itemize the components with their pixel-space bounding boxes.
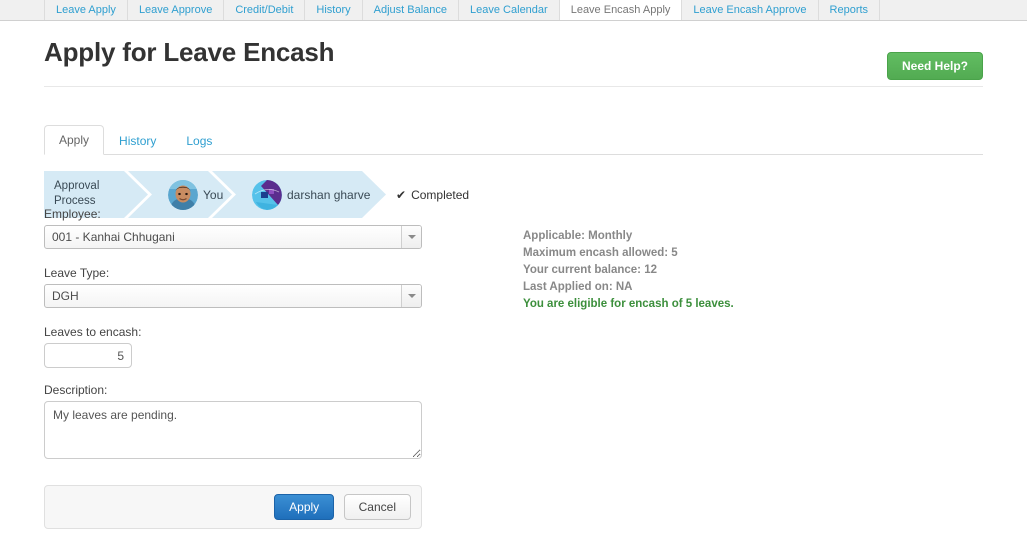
description-field-block: Description: xyxy=(44,384,422,464)
tab-bar: Apply History Logs xyxy=(44,123,983,155)
top-module-nav: Leave Apply Leave Approve Credit/Debit H… xyxy=(0,0,1027,21)
top-nav-item-adjust-balance[interactable]: Adjust Balance xyxy=(363,0,459,20)
leave-type-select-value: DGH xyxy=(52,285,79,307)
info-applicable: Applicable: Monthly xyxy=(523,228,734,245)
leaves-to-encash-field-block: Leaves to encash: xyxy=(44,326,422,368)
header-divider xyxy=(44,86,983,87)
description-textarea[interactable] xyxy=(44,401,422,459)
approval-status-label: Completed xyxy=(411,188,469,202)
top-nav-item-credit-debit[interactable]: Credit/Debit xyxy=(224,0,305,20)
employee-field-block: Employee: 001 - Kanhai Chhugani xyxy=(44,208,422,249)
need-help-button[interactable]: Need Help? xyxy=(887,52,983,80)
leave-encash-form: Employee: 001 - Kanhai Chhugani Leave Ty… xyxy=(44,208,422,529)
top-nav-item-leave-approve[interactable]: Leave Approve xyxy=(128,0,224,20)
leave-type-field-block: Leave Type: DGH xyxy=(44,267,422,308)
tab-apply[interactable]: Apply xyxy=(44,125,104,155)
info-maximum-allowed: Maximum encash allowed: 5 xyxy=(523,245,734,262)
apply-button[interactable]: Apply xyxy=(274,494,334,520)
approval-label-line2: Process xyxy=(54,195,96,207)
chevron-down-icon[interactable] xyxy=(401,285,421,307)
approval-process-label: Approval Process xyxy=(54,179,120,209)
employee-label: Employee: xyxy=(44,208,422,220)
tab-logs[interactable]: Logs xyxy=(171,126,227,155)
top-nav-item-reports[interactable]: Reports xyxy=(819,0,881,20)
form-actions: Apply Cancel xyxy=(44,485,422,529)
leave-type-label: Leave Type: xyxy=(44,267,422,279)
top-nav-item-leave-calendar[interactable]: Leave Calendar xyxy=(459,0,560,20)
top-nav-item-leave-apply[interactable]: Leave Apply xyxy=(44,0,128,20)
page-root: Leave Apply Leave Approve Credit/Debit H… xyxy=(0,0,1027,533)
tab-history[interactable]: History xyxy=(104,126,171,155)
check-icon: ✔ xyxy=(396,188,406,202)
approval-stage-name-darshan: darshan gharve xyxy=(287,188,370,202)
top-nav-item-history[interactable]: History xyxy=(305,0,362,20)
description-label: Description: xyxy=(44,384,422,396)
chevron-down-icon[interactable] xyxy=(401,226,421,248)
leaves-to-encash-input[interactable] xyxy=(44,343,132,368)
employee-select[interactable]: 001 - Kanhai Chhugani xyxy=(44,225,422,249)
page-header: Apply for Leave Encash Need Help? xyxy=(44,21,983,87)
info-current-balance: Your current balance: 12 xyxy=(523,262,734,279)
company-logo-avatar xyxy=(252,180,282,210)
cancel-button[interactable]: Cancel xyxy=(344,494,411,520)
top-nav-item-leave-encash-approve[interactable]: Leave Encash Approve xyxy=(682,0,818,20)
encash-info-panel: Applicable: Monthly Maximum encash allow… xyxy=(523,228,734,313)
person-photo-avatar xyxy=(168,180,198,210)
page-title: Apply for Leave Encash xyxy=(44,37,983,86)
leaves-to-encash-label: Leaves to encash: xyxy=(44,326,422,338)
info-last-applied: Last Applied on: NA xyxy=(523,279,734,296)
approval-label-line1: Approval xyxy=(54,180,99,192)
approval-stage-name-you: You xyxy=(203,188,223,202)
employee-select-value: 001 - Kanhai Chhugani xyxy=(52,226,175,248)
info-eligibility-message: You are eligible for encash of 5 leaves. xyxy=(523,296,734,313)
leave-type-select[interactable]: DGH xyxy=(44,284,422,308)
top-nav-item-leave-encash-apply[interactable]: Leave Encash Apply xyxy=(560,0,683,20)
